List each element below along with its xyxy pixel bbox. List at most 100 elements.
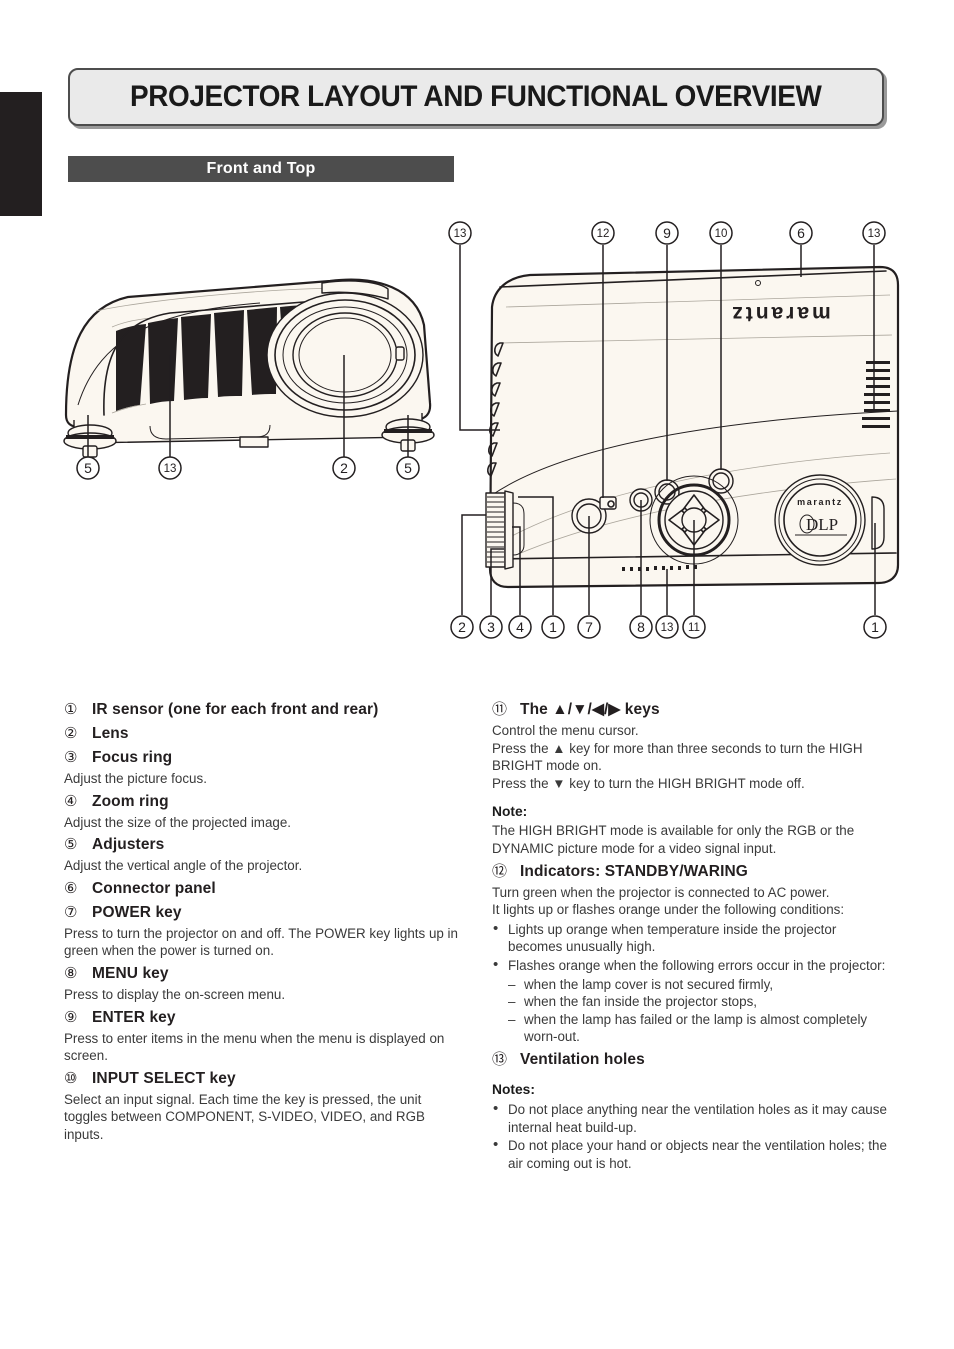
svg-text:13: 13: [868, 228, 881, 240]
svg-text:13: 13: [164, 463, 177, 475]
feature-heading: ⑧ MENU key: [64, 964, 464, 984]
front-view-callout-2: 2: [332, 456, 356, 480]
svg-text:6: 6: [797, 225, 805, 241]
svg-text:11: 11: [688, 622, 700, 634]
error-dash-list: when the lamp cover is not secured firml…: [492, 976, 888, 1046]
svg-text:1: 1: [549, 619, 557, 635]
feature-description: Adjust the picture focus.: [64, 771, 207, 786]
feature-description-line: Turn green when the projector is connect…: [492, 884, 830, 900]
svg-text:12: 12: [597, 228, 610, 240]
feature-heading: ⑫ Indicators: STANDBY/WARING: [492, 862, 888, 882]
feature-number: ⑦: [64, 903, 78, 921]
brand-text: marantz: [729, 302, 831, 325]
feature-title: Focus ring: [92, 749, 173, 766]
feature-item-5: ⑤ Adjusters Adjust the vertical angle of…: [64, 835, 464, 875]
feature-heading: ① IR sensor (one for each front and rear…: [64, 700, 464, 720]
bottom-callout-13: 13: [655, 615, 679, 639]
feature-title: Lens: [92, 725, 129, 742]
feature-title: Adjusters: [92, 836, 165, 854]
feature-heading: ⑨ ENTER key: [64, 1008, 464, 1028]
feature-description-line: It lights up or flashes orange under the…: [492, 902, 845, 918]
top-callout-10: 10: [709, 221, 733, 245]
feature-number: ⑤: [64, 836, 78, 854]
top-view-drawing: marantz marantz DLP: [485, 265, 900, 589]
bottom-callout-1-right: 1: [863, 615, 887, 639]
bottom-callout-3: 3: [479, 615, 503, 639]
dlp-badge: marantz DLP: [774, 474, 866, 566]
feature-title: Indicators: STANDBY/WARING: [520, 862, 748, 880]
feature-item-6: ⑥ Connector panel: [64, 879, 464, 899]
svg-text:1: 1: [871, 619, 879, 635]
lens-assembly: [266, 292, 424, 418]
feature-number: ③: [64, 749, 78, 766]
feature-description: Select an input signal. Each time the ke…: [64, 1091, 425, 1142]
page-index-tab: [0, 92, 42, 216]
feature-heading: ⑥ Connector panel: [64, 879, 464, 899]
feature-item-3: ③ Focus ring Adjust the picture focus.: [64, 748, 464, 788]
feature-list-left: ① IR sensor (one for each front and rear…: [64, 700, 464, 1148]
feature-description: Press to turn the projector on and off. …: [64, 925, 458, 959]
svg-text:9: 9: [663, 225, 671, 241]
feature-item-7: ⑦ POWER key Press to turn the projector …: [64, 903, 464, 960]
list-item: Do not place anything near the ventilati…: [492, 1100, 888, 1136]
feature-title: POWER key: [92, 903, 182, 921]
feature-heading: ⑦ POWER key: [64, 903, 464, 923]
svg-text:2: 2: [458, 619, 466, 635]
bottom-callout-4: 4: [508, 615, 532, 639]
top-callout-12: 12: [591, 221, 615, 245]
feature-item-4: ④ Zoom ring Adjust the size of the proje…: [64, 792, 464, 832]
svg-text:10: 10: [715, 228, 728, 240]
notes-label: Notes:: [492, 1081, 535, 1097]
svg-text:2: 2: [340, 460, 348, 476]
ventilation-notes-list: Do not place anything near the ventilati…: [492, 1100, 888, 1172]
right-vent-slots: [862, 361, 890, 428]
feature-title: MENU key: [92, 964, 169, 982]
list-item: when the lamp cover is not secured firml…: [508, 976, 888, 994]
feature-title: Connector panel: [92, 879, 216, 897]
svg-text:4: 4: [516, 619, 524, 635]
svg-text:8: 8: [637, 619, 645, 635]
feature-heading: ⑪ The ▲/▼/◀/▶ keys: [492, 700, 888, 720]
feature-description: Press to enter items in the menu when th…: [64, 1030, 445, 1064]
feature-heading: ⑩ INPUT SELECT key: [64, 1069, 464, 1089]
feature-title: Zoom ring: [92, 792, 169, 810]
svg-text:13: 13: [661, 622, 674, 634]
front-view-callout-5-left: 5: [76, 456, 100, 480]
top-callout-13-right: 13: [862, 221, 886, 245]
svg-text:13: 13: [454, 228, 467, 240]
feature-title: Ventilation holes: [520, 1050, 645, 1068]
feature-description: Adjust the size of the projected image.: [64, 814, 292, 830]
list-item: when the fan inside the projector stops,: [508, 993, 888, 1011]
section-header-bar: Front and Top: [68, 156, 454, 182]
note-text: The HIGH BRIGHT mode is available for on…: [492, 823, 855, 856]
feature-item-8: ⑧ MENU key Press to display the on-scree…: [64, 964, 464, 1004]
feature-number: ⑫: [492, 862, 508, 880]
feature-item-13: ⑬ Ventilation holes Notes: Do not place …: [492, 1050, 888, 1172]
list-item: Lights up orange when temperature inside…: [492, 920, 888, 956]
feature-description-line: Control the menu cursor.: [492, 723, 639, 738]
feature-number: ①: [64, 701, 78, 718]
list-item: Do not place your hand or objects near t…: [492, 1136, 888, 1172]
feature-number: ⑥: [64, 879, 78, 897]
feature-item-11: ⑪ The ▲/▼/◀/▶ keys Control the menu curs…: [492, 700, 888, 858]
top-callout-13-left: 13: [448, 221, 472, 245]
feature-description-line: Press the ▲ key for more than three seco…: [492, 740, 863, 774]
condition-bullet-list: Lights up orange when temperature inside…: [492, 920, 888, 975]
front-view-callout-5-right: 5: [396, 456, 420, 480]
feature-number: ⑬: [492, 1050, 508, 1068]
projector-diagram: .ln{fill:none;stroke:#231f20;stroke-widt…: [0, 215, 954, 665]
list-item: Flashes orange when the following errors…: [492, 956, 888, 975]
svg-text:5: 5: [404, 460, 412, 476]
top-callout-6: 6: [789, 221, 813, 245]
badge-brand-text: marantz: [797, 497, 843, 507]
bottom-callout-8: 8: [629, 615, 653, 639]
feature-number: ⑧: [64, 964, 78, 982]
feature-description-line: Press the ▼ key to turn the HIGH BRIGHT …: [492, 775, 805, 791]
note-label: Note:: [492, 804, 528, 820]
bottom-callout-2: 2: [450, 615, 474, 639]
page-title: PROJECTOR LAYOUT AND FUNCTIONAL OVERVIEW: [130, 80, 822, 113]
feature-description: Press to display the on-screen menu.: [64, 986, 286, 1002]
feature-title: The ▲/▼/◀/▶ keys: [520, 701, 660, 718]
adjuster-foot-left: [63, 424, 117, 458]
feature-title: IR sensor (one for each front and rear): [92, 701, 379, 718]
